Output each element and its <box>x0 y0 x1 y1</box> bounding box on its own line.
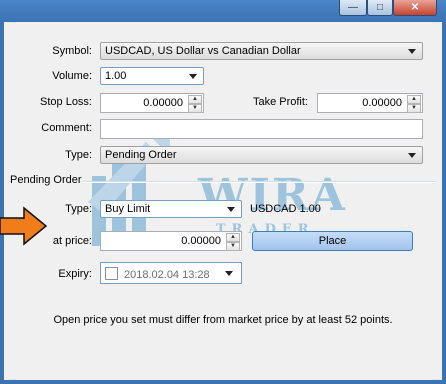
at-price-value: 0.00000 <box>181 235 221 247</box>
take-profit-spinner[interactable]: ▲ ▼ <box>407 95 421 113</box>
pending-type-select[interactable]: Buy Limit <box>100 200 242 218</box>
type-label: Type: <box>65 149 92 161</box>
chevron-down-icon <box>408 153 416 158</box>
close-icon: ✕ <box>410 2 420 13</box>
comment-label: Comment: <box>41 122 92 134</box>
take-profit-value: 0.00000 <box>362 97 402 109</box>
take-profit-label: Take Profit: <box>252 96 308 108</box>
chevron-down-icon[interactable] <box>225 271 233 276</box>
at-price-spinner[interactable]: ▲ ▼ <box>226 233 240 251</box>
spin-down-icon[interactable]: ▼ <box>226 242 240 251</box>
pending-type-value: Buy Limit <box>105 203 151 215</box>
info-message: Open price you set must differ from mark… <box>53 314 393 326</box>
volume-label: Volume: <box>52 70 92 82</box>
expiry-checkbox[interactable] <box>105 267 118 280</box>
close-button[interactable]: ✕ <box>393 0 437 16</box>
pending-order-group-title: Pending Order <box>10 174 82 186</box>
chevron-down-icon <box>227 207 235 212</box>
title-bar[interactable]: — □ ✕ <box>0 0 446 23</box>
stop-loss-value: 0.00000 <box>143 97 183 109</box>
symbol-value: USDCAD, US Dollar vs Canadian Dollar <box>105 45 301 57</box>
window-frame-right <box>442 22 446 384</box>
comment-field[interactable] <box>100 119 423 139</box>
spin-down-icon[interactable]: ▼ <box>188 104 202 113</box>
at-price-field[interactable]: 0.00000 ▲ ▼ <box>100 231 242 251</box>
stop-loss-spinner[interactable]: ▲ ▼ <box>188 95 202 113</box>
take-profit-field[interactable]: 0.00000 ▲ ▼ <box>317 93 423 113</box>
expiry-datetime-picker[interactable]: 2018.02.04 13:28 <box>100 262 242 284</box>
expiry-label: Expiry: <box>58 268 92 280</box>
order-type-value: Pending Order <box>105 149 177 161</box>
stop-loss-field[interactable]: 0.00000 ▲ ▼ <box>100 93 204 113</box>
maximize-button[interactable]: □ <box>367 0 393 16</box>
volume-value: 1.00 <box>105 70 127 82</box>
symbol-select[interactable]: USDCAD, US Dollar vs Canadian Dollar <box>100 42 423 60</box>
symbol-label: Symbol: <box>52 45 92 57</box>
order-dialog: WIRA TRADER Symbol: USDCAD, US Dollar vs… <box>4 22 442 380</box>
maximize-icon: □ <box>376 2 384 13</box>
minimize-icon: — <box>348 2 358 13</box>
order-type-select[interactable]: Pending Order <box>100 146 423 164</box>
chevron-down-icon <box>408 49 416 54</box>
symbol-info: USDCAD 1.00 <box>250 203 321 215</box>
chevron-down-icon <box>189 74 197 79</box>
expiry-value: 2018.02.04 13:28 <box>124 269 210 281</box>
minimize-button[interactable]: — <box>339 0 367 16</box>
place-button[interactable]: Place <box>252 231 413 251</box>
spin-up-icon[interactable]: ▲ <box>407 95 421 104</box>
stop-loss-label: Stop Loss: <box>40 96 92 108</box>
group-divider <box>82 181 436 183</box>
spin-up-icon[interactable]: ▲ <box>188 95 202 104</box>
volume-select[interactable]: 1.00 <box>100 67 204 85</box>
window-frame-bottom <box>0 380 446 384</box>
spin-down-icon[interactable]: ▼ <box>407 104 421 113</box>
orange-arrow-icon <box>0 206 48 246</box>
spin-up-icon[interactable]: ▲ <box>226 233 240 242</box>
